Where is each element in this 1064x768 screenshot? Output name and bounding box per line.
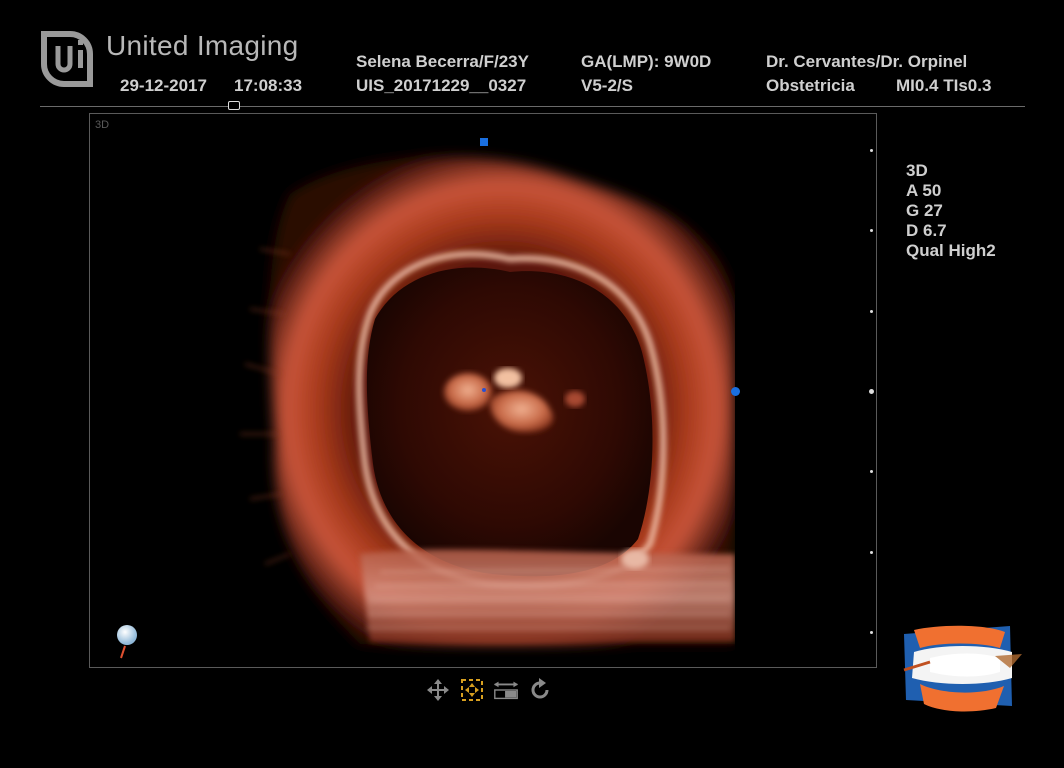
depth-tick [870,149,873,152]
render-viewport[interactable]: 3D [89,113,877,668]
study-id: UIS_20171229__0327 [356,76,527,95]
volume-render [240,114,876,667]
brand-name: United Imaging [106,30,299,61]
depth-tick-focus [869,389,874,394]
depth-tick [870,470,873,473]
united-imaging-logo-icon [41,31,93,87]
depth-tick [870,631,873,634]
top-clip-handle[interactable] [480,138,488,146]
crop-icon[interactable] [458,676,486,704]
physicians: Dr. Cervantes/Dr. Orpinel [766,52,968,71]
move-icon[interactable] [424,676,452,704]
scale-icon[interactable] [492,676,520,704]
cursor-marker [228,101,240,110]
safety-indices: MI0.4 TIs0.3 [896,76,992,95]
exam-date: 29-12-2017 [120,76,207,95]
param-d: D 6.7 [906,221,947,240]
param-g: G 27 [906,201,943,220]
depth-tick [870,310,873,313]
exam-time: 17:08:33 [234,76,303,95]
depth-tick [870,551,873,554]
light-source-icon[interactable] [112,622,142,662]
header-divider [40,106,1025,107]
orientation-cube-icon[interactable] [900,624,1025,712]
depth-tick [870,229,873,232]
patient-info: Selena Becerra/F/23Y [356,52,529,71]
render-parameters: 3D A 50 G 27 D 6.7 Qual High2 [906,161,996,261]
department: Obstetricia [766,76,855,95]
param-a: A 50 [906,181,942,200]
center-marker-icon [482,388,486,392]
rotate-icon[interactable] [526,676,554,704]
probe-name: V5-2/S [581,76,633,95]
gestational-age: GA(LMP): 9W0D [581,52,712,71]
viewport-mode-tag: 3D [95,119,110,131]
view-toolbar [424,676,554,704]
param-qual: Qual High2 [906,241,996,260]
right-clip-handle[interactable] [731,387,740,396]
param-mode: 3D [906,161,928,180]
